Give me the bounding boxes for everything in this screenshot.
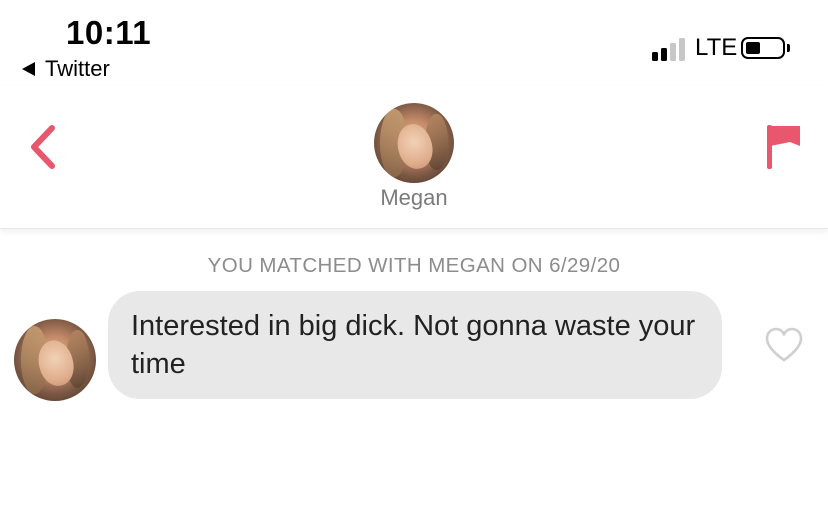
chat-screen: 10:11 Twitter LTE Megan YOU MATCHED WITH…: [0, 0, 828, 526]
signal-strength-icon: [652, 37, 685, 61]
signal-bar: [679, 38, 685, 61]
match-name: Megan: [380, 185, 448, 210]
heart-outline-icon: [765, 327, 803, 362]
battery-icon: [741, 37, 785, 59]
back-triangle-icon: [22, 62, 35, 76]
signal-bar: [670, 43, 676, 61]
battery-nub: [787, 44, 790, 52]
match-notice: YOU MATCHED WITH MEGAN ON 6/29/20: [207, 254, 621, 277]
chevron-left-icon: [31, 125, 55, 169]
status-time: 10:11: [66, 14, 152, 51]
battery-level: [746, 42, 760, 54]
back-app-label: Twitter: [45, 56, 110, 81]
back-to-app-link[interactable]: Twitter: [22, 56, 110, 82]
chat-header: Megan: [0, 86, 828, 229]
flag-icon: [767, 125, 800, 169]
signal-bar: [661, 48, 667, 61]
back-button[interactable]: [26, 122, 66, 172]
message-text: Interested in big dick. Not gonna waste …: [131, 310, 696, 380]
network-type: LTE: [695, 34, 738, 61]
message-bubble[interactable]: Interested in big dick. Not gonna waste …: [108, 291, 722, 399]
sender-avatar[interactable]: [14, 319, 96, 401]
like-message-button[interactable]: [764, 326, 804, 364]
match-avatar[interactable]: [374, 103, 454, 183]
report-button[interactable]: [764, 122, 804, 172]
signal-bar: [652, 52, 658, 61]
